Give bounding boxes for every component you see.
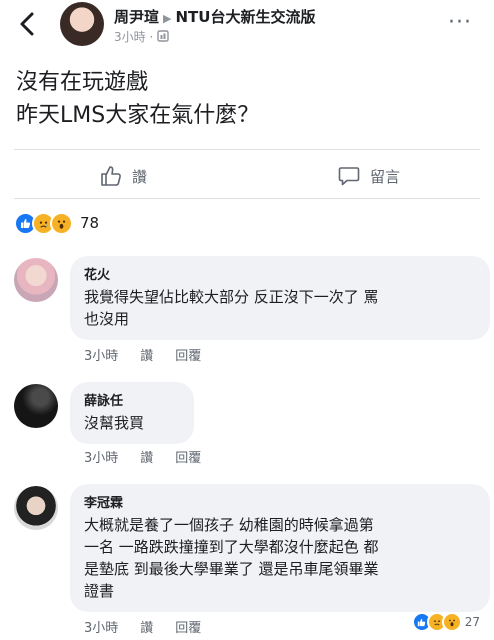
- comment-actions: 3小時 讚 回覆: [84, 617, 201, 636]
- divider: [14, 149, 480, 150]
- reaction-count: 78: [80, 214, 100, 232]
- comment-text: 我覺得失望佔比較大部分 反正沒下一次了 罵 也沒用: [84, 286, 476, 330]
- comment-line: 一名 一路跌跌撞撞到了大學都沒什麼起色 都: [84, 538, 379, 556]
- wow-reaction-icon: [50, 211, 73, 235]
- comment-line: 大概就是養了一個孩子 幼稚園的時候拿過第: [84, 516, 374, 534]
- like-label: 讚: [132, 167, 148, 186]
- comment-like-button[interactable]: 讚: [140, 345, 153, 364]
- back-arrow-icon[interactable]: [16, 10, 40, 38]
- more-options-icon[interactable]: ···: [448, 10, 472, 35]
- comment-bubble: 薛詠任 沒幫我買: [70, 382, 194, 444]
- post-body: 沒有在玩遊戲 昨天LMS大家在氣什麼？: [16, 66, 476, 132]
- comment-time[interactable]: 3小時: [84, 345, 118, 364]
- comment-line: 是墊底 到最後大學畢業了 還是吊車尾領畢業: [84, 560, 379, 578]
- comment-bubble-icon: [338, 167, 360, 186]
- comment-button[interactable]: 留言: [338, 163, 400, 189]
- comment-time[interactable]: 3小時: [84, 617, 118, 636]
- comment-actions: 3小時 讚 回覆: [84, 447, 201, 466]
- post-time[interactable]: 3小時: [114, 30, 146, 44]
- like-button[interactable]: 讚: [100, 163, 147, 189]
- comment-reply-button[interactable]: 回覆: [175, 447, 201, 466]
- reaction-summary[interactable]: 78: [14, 210, 99, 236]
- wow-reaction-icon: [441, 612, 462, 632]
- author-line: 周尹瑄 ▶ NTU台大新生交流版: [114, 6, 315, 27]
- divider: [14, 198, 480, 199]
- comment-line: 證書: [84, 582, 115, 600]
- author-avatar[interactable]: [60, 2, 104, 46]
- comment-reply-button[interactable]: 回覆: [175, 345, 201, 364]
- comment-reply-button[interactable]: 回覆: [175, 617, 201, 636]
- post-line: 昨天LMS大家在氣什麼？: [16, 103, 260, 128]
- commenter-avatar[interactable]: [14, 258, 58, 302]
- arrow-right-icon: ▶: [163, 12, 172, 25]
- comment-reaction-count: 27: [464, 615, 480, 629]
- comment-like-button[interactable]: 讚: [140, 617, 153, 636]
- comment-line: 沒幫我買: [84, 414, 145, 432]
- commenter-name[interactable]: 花火: [84, 264, 476, 283]
- comment-label: 留言: [370, 167, 401, 186]
- author-name[interactable]: 周尹瑄: [114, 8, 159, 26]
- commenter-avatar[interactable]: [14, 384, 58, 428]
- group-name[interactable]: NTU台大新生交流版: [175, 8, 315, 26]
- comment-time[interactable]: 3小時: [84, 447, 118, 466]
- thumbs-up-icon: [101, 166, 121, 186]
- post-header: 周尹瑄 ▶ NTU台大新生交流版 3小時 · ···: [0, 0, 494, 48]
- post-meta: 3小時 ·: [114, 28, 169, 45]
- post-line: 沒有在玩遊戲: [16, 70, 149, 95]
- comment-line: 也沒用: [84, 310, 130, 328]
- comment-bubble: 李冠霖 大概就是養了一個孩子 幼稚園的時候拿過第 一名 一路跌跌撞撞到了大學都沒…: [70, 484, 490, 612]
- commenter-name[interactable]: 李冠霖: [84, 492, 476, 511]
- commenter-avatar[interactable]: [14, 486, 58, 530]
- commenter-name[interactable]: 薛詠任: [84, 390, 180, 409]
- comment-actions: 3小時 讚 回覆: [84, 345, 201, 364]
- comment-like-button[interactable]: 讚: [140, 447, 153, 466]
- comment-text: 沒幫我買: [84, 412, 180, 434]
- comment-reaction-summary[interactable]: 27: [411, 612, 480, 632]
- comment-bubble: 花火 我覺得失望佔比較大部分 反正沒下一次了 罵 也沒用: [70, 256, 490, 340]
- meta-dot: ·: [149, 30, 154, 44]
- comment-line: 我覺得失望佔比較大部分 反正沒下一次了 罵: [84, 288, 379, 306]
- group-privacy-icon: [157, 30, 169, 44]
- comment-text: 大概就是養了一個孩子 幼稚園的時候拿過第 一名 一路跌跌撞撞到了大學都沒什麼起色…: [84, 514, 476, 602]
